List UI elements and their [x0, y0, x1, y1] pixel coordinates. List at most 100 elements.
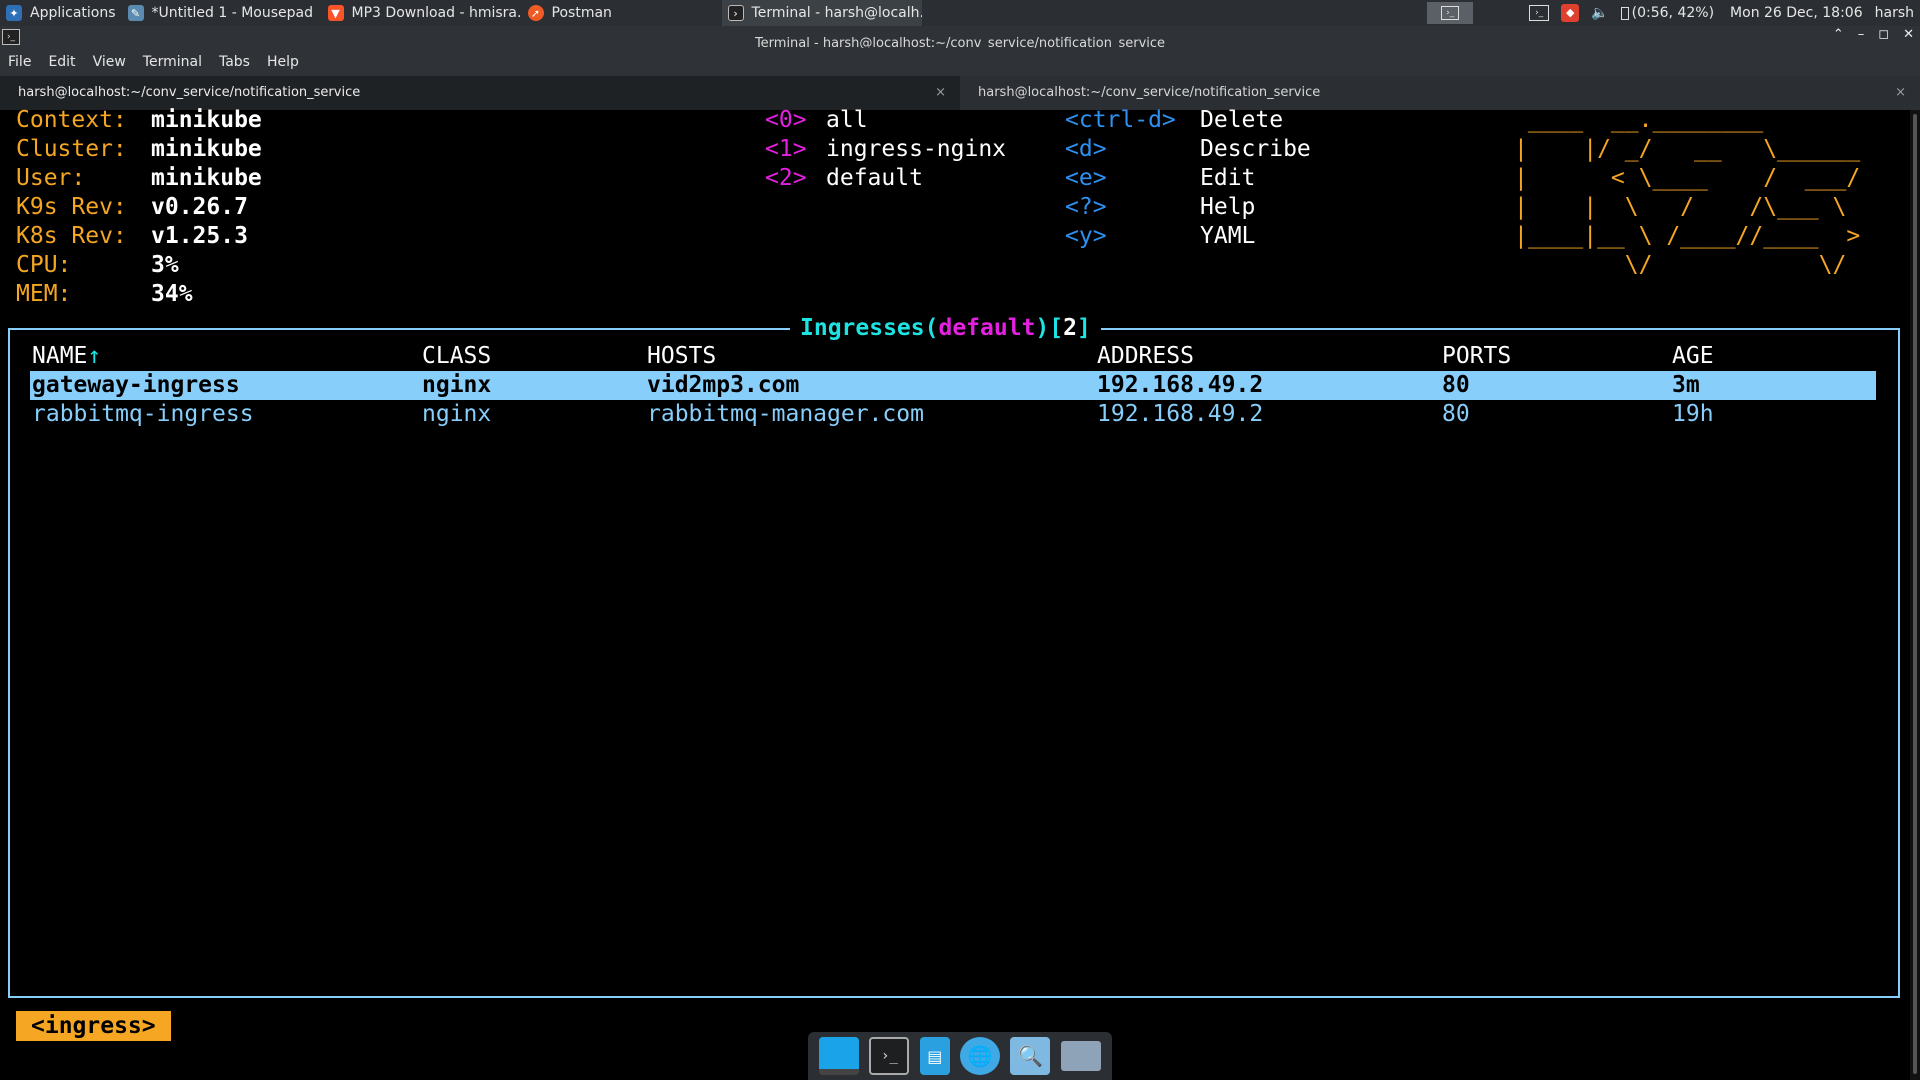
shade-button[interactable]: ⌃ — [1833, 27, 1844, 42]
task-brave[interactable]: ▼ MP3 Download - hmisra... — [322, 0, 522, 26]
network-icon[interactable]: ◆ — [1555, 0, 1585, 26]
info-value: minikube — [151, 165, 262, 191]
panel-title: Ingresses(default)[2] — [790, 314, 1101, 343]
postman-icon: ➚ — [527, 5, 544, 21]
cell-age: 19h — [1672, 401, 1714, 427]
column-header-name[interactable]: NAME↑ — [32, 342, 101, 371]
applications-label: Applications — [30, 5, 116, 21]
info-value: v1.25.3 — [151, 223, 248, 249]
namespace-key: <0> — [765, 107, 807, 133]
clock[interactable]: Mon 26 Dec, 18:06 — [1720, 0, 1869, 26]
table-row[interactable]: rabbitmq-ingress nginx rabbitmq-manager.… — [30, 400, 1876, 429]
web-browser-icon[interactable]: 🌐 — [960, 1037, 1001, 1075]
menu-terminal[interactable]: Terminal — [143, 54, 202, 70]
top-panel: ✦ Applications ✎ *Untitled 1 - Mousepad … — [0, 0, 1920, 26]
volume-icon[interactable]: 🔈 — [1585, 0, 1614, 26]
info-key: Context: — [16, 107, 127, 133]
namespace-label[interactable]: all — [826, 106, 868, 135]
task-label: MP3 Download - hmisra... — [351, 5, 522, 21]
hotkey-label: Edit — [1200, 165, 1256, 191]
file-manager-icon[interactable]: ▤ — [919, 1037, 950, 1075]
cell-class: nginx — [422, 372, 492, 398]
terminal-tabs: harsh@localhost:~/conv_service/notificat… — [0, 76, 1920, 110]
namespace-label[interactable]: ingress-nginx — [826, 135, 1006, 164]
workspace-switcher[interactable]: ›_ — [1427, 2, 1474, 24]
task-label: *Untitled 1 - Mousepad — [151, 5, 313, 21]
cell-class: nginx — [422, 401, 492, 427]
task-label: Postman — [551, 5, 612, 21]
tab-label: harsh@localhost:~/conv_service/notificat… — [978, 85, 1321, 100]
menu-edit[interactable]: Edit — [48, 54, 75, 70]
applications-menu[interactable]: ✦ Applications — [0, 0, 122, 26]
xfce-mouse-icon: ✦ — [6, 5, 22, 21]
folder-icon[interactable] — [1060, 1041, 1101, 1071]
resource-crumb: <ingress> — [16, 1011, 171, 1041]
info-value: 3% — [151, 252, 179, 278]
battery-indicator[interactable]: (0:56, 42%) — [1615, 0, 1720, 26]
hotkey-key: <y> — [1065, 223, 1107, 249]
tab-2[interactable]: harsh@localhost:~/conv_service/notificat… — [960, 76, 1920, 110]
namespace-key: <2> — [765, 165, 807, 191]
close-tab-icon[interactable]: × — [1895, 76, 1906, 110]
hotkey-key: <e> — [1065, 165, 1107, 191]
brave-browser-icon: ▼ — [327, 5, 344, 21]
menu-tabs[interactable]: Tabs — [219, 54, 250, 70]
task-terminal[interactable]: › Terminal - harsh@localh... — [721, 0, 922, 26]
cell-hosts: rabbitmq-manager.com — [647, 401, 924, 427]
column-header-hosts[interactable]: HOSTS — [647, 342, 716, 371]
close-button[interactable]: ✕ — [1903, 27, 1914, 42]
table-row[interactable]: gateway-ingress nginx vid2mp3.com 192.16… — [30, 371, 1876, 400]
info-value: 34% — [151, 281, 193, 307]
column-header-age[interactable]: AGE — [1672, 342, 1714, 371]
menu-file[interactable]: File — [8, 54, 31, 70]
show-desktop-icon[interactable] — [819, 1037, 860, 1075]
info-key: K9s Rev: — [16, 194, 127, 220]
app-finder-icon[interactable]: 🔍 — [1010, 1037, 1051, 1075]
close-tab-icon[interactable]: × — [935, 76, 946, 110]
info-key: User: — [16, 165, 86, 191]
task-mousepad[interactable]: ✎ *Untitled 1 - Mousepad — [122, 0, 322, 26]
task-postman[interactable]: ➚ Postman — [522, 0, 722, 26]
terminal-icon[interactable]: ›_ — [869, 1037, 910, 1075]
user-menu[interactable]: harsh — [1869, 0, 1920, 26]
info-key: K8s Rev: — [16, 223, 127, 249]
menubar: File Edit View Terminal Tabs Help — [0, 48, 1920, 76]
info-key: Cluster: — [16, 136, 127, 162]
cell-hosts: vid2mp3.com — [647, 372, 800, 398]
dock: ›_ ▤ 🌐 🔍 — [808, 1032, 1112, 1080]
tab-label: harsh@localhost:~/conv_service/notificat… — [18, 85, 361, 100]
info-value: minikube — [151, 107, 262, 133]
column-header-address[interactable]: ADDRESS — [1097, 342, 1194, 371]
hotkey-key: <d> — [1065, 136, 1107, 162]
menu-help[interactable]: Help — [267, 54, 299, 70]
hotkey-label: Describe — [1200, 136, 1311, 162]
terminal-icon: ›_ — [1441, 6, 1460, 20]
hotkey-label: Delete — [1200, 107, 1284, 133]
ingresses-panel: Ingresses(default)[2] NAME↑ CLASS HOSTS … — [8, 314, 1900, 998]
maximize-button[interactable]: ◻ — [1878, 27, 1889, 42]
menu-view[interactable]: View — [93, 54, 126, 70]
namespace-label[interactable]: default — [826, 164, 923, 193]
panel-title-namespace: default — [938, 315, 1036, 341]
cell-ports: 80 — [1442, 372, 1470, 398]
column-header-ports[interactable]: PORTS — [1442, 342, 1511, 371]
tab-1[interactable]: harsh@localhost:~/conv_service/notificat… — [0, 76, 960, 110]
cell-name: gateway-ingress — [32, 372, 240, 398]
window-titlebar[interactable]: ›_ Terminal - harsh@localhost:~/conv_ser… — [0, 26, 1920, 51]
panel-title-count: 2 — [1063, 315, 1077, 341]
terminal-scrollbar[interactable] — [1910, 110, 1920, 1080]
cell-ports: 80 — [1442, 401, 1470, 427]
info-key: CPU: — [16, 252, 72, 278]
battery-text: (0:56, 42%) — [1631, 5, 1715, 21]
scrollbar-thumb[interactable] — [1913, 114, 1917, 1074]
hotkey-key: <?> — [1065, 194, 1107, 220]
terminal-tray-icon[interactable]: ›_ — [1523, 0, 1555, 26]
terminal-content[interactable]: Context: minikube Cluster: minikube User… — [0, 107, 1910, 1080]
task-label: Terminal - harsh@localh... — [751, 5, 922, 21]
minimize-button[interactable]: – — [1858, 27, 1865, 42]
info-value: minikube — [151, 136, 262, 162]
k9s-logo: ____ __.________ | |/ _/ __ \______ | < … — [1514, 107, 1861, 278]
column-header-class[interactable]: CLASS — [422, 342, 491, 371]
hotkey-key: <ctrl-d> — [1065, 107, 1176, 133]
hotkey-label: YAML — [1200, 223, 1256, 249]
